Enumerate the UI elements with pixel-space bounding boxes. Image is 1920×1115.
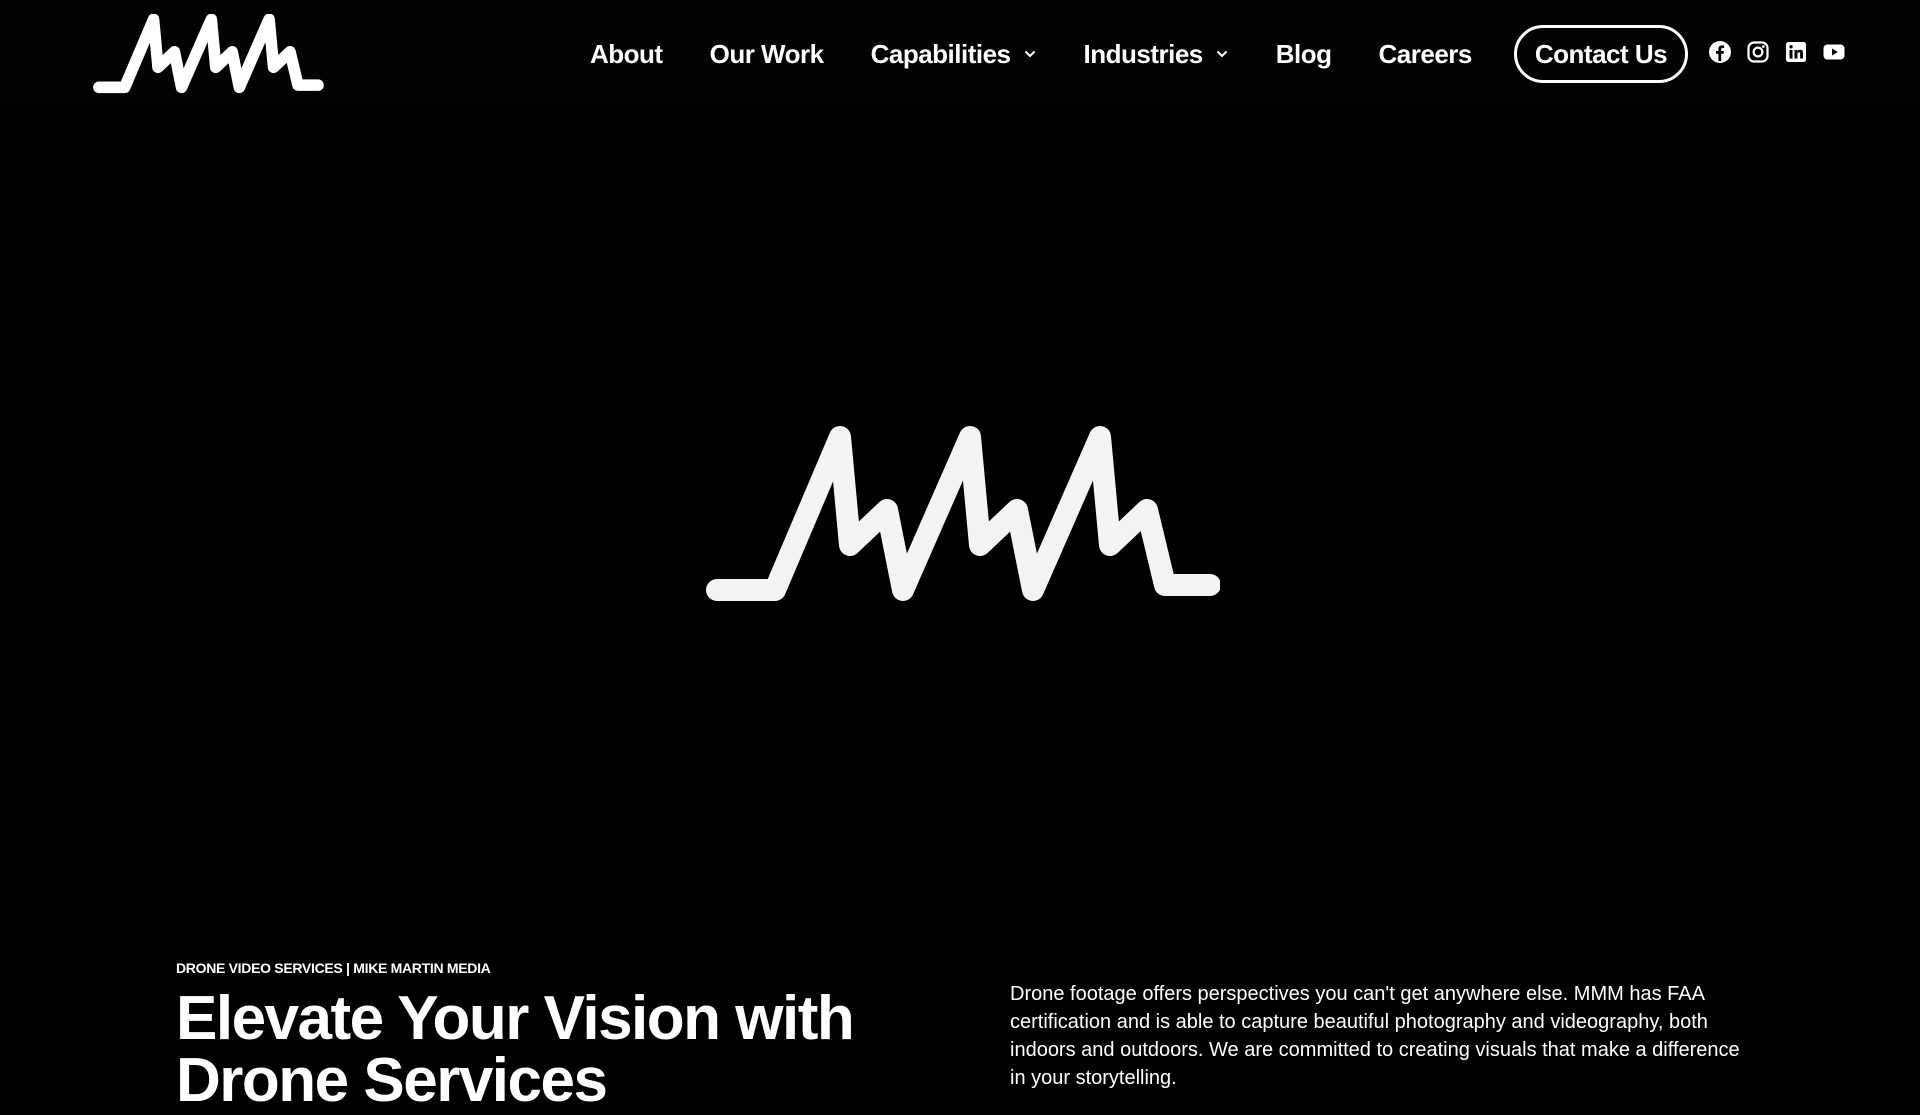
eyebrow-label: DRONE VIDEO SERVICES | MIKE MARTIN MEDIA	[176, 960, 491, 976]
linkedin-icon[interactable]	[1784, 40, 1808, 64]
page-title: Elevate Your Vision with Drone Services	[176, 984, 855, 1115]
social-links	[1708, 40, 1860, 64]
nav-about-label: About	[590, 38, 663, 69]
nav-blog-label: Blog	[1275, 38, 1332, 69]
nav-blog[interactable]: Blog	[1276, 39, 1332, 70]
contact-us-button[interactable]: Contact Us	[1513, 25, 1689, 83]
brand-logo[interactable]	[88, 14, 328, 94]
nav-careers[interactable]: Careers	[1378, 38, 1473, 70]
site-header: About Our Work Capabilities Industries B…	[0, 0, 1920, 108]
nav-about[interactable]: About	[590, 39, 663, 70]
intro-description: Drone footage offers perspectives you ca…	[1010, 983, 1740, 1089]
nav-industries-label: Industries	[1083, 38, 1204, 69]
nav-our-work[interactable]: Our Work	[710, 39, 824, 70]
chevron-down-icon	[1024, 51, 1035, 57]
nav-our-work-label: Our Work	[709, 38, 824, 69]
nav-capabilities-label: Capabilities	[870, 38, 1011, 69]
nav-industries[interactable]: Industries	[1084, 39, 1229, 70]
main-nav: About Our Work Capabilities Industries B…	[590, 25, 1689, 83]
intro-section: DRONE VIDEO SERVICES | MIKE MARTIN MEDIA…	[176, 960, 976, 1112]
hero-logo	[706, 426, 1220, 601]
chevron-down-icon	[1216, 51, 1227, 57]
nav-capabilities[interactable]: Capabilities	[871, 39, 1037, 70]
nav-careers-label: Careers	[1378, 38, 1473, 69]
youtube-icon[interactable]	[1822, 40, 1846, 64]
instagram-icon[interactable]	[1746, 40, 1770, 64]
facebook-icon[interactable]	[1708, 40, 1732, 64]
contact-us-label: Contact Us	[1534, 38, 1668, 69]
